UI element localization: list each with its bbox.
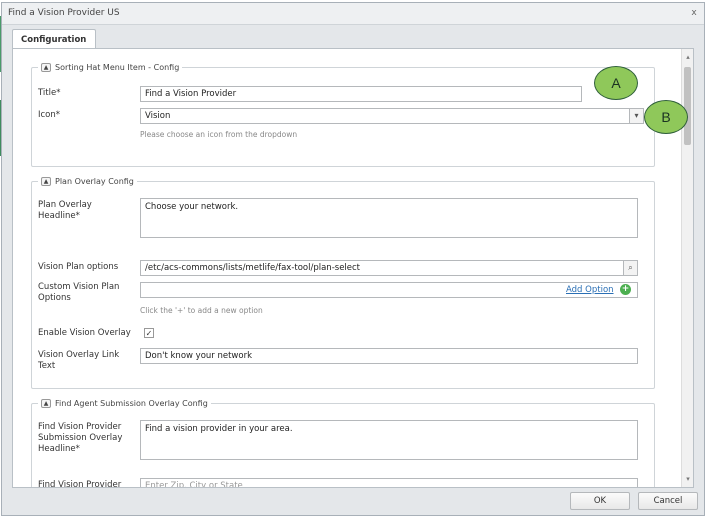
plan-overlay-headline-input[interactable]: Choose your network. bbox=[140, 198, 638, 238]
scroll-down-icon[interactable]: ▾ bbox=[684, 475, 692, 483]
callout-a: A bbox=[594, 66, 638, 100]
dialog-footer: OK Cancel bbox=[2, 487, 704, 515]
agent-overlay-fieldset: ▲ Find Agent Submission Overlay Config F… bbox=[31, 399, 655, 487]
icon-select[interactable]: Vision bbox=[140, 108, 630, 124]
icon-label: Icon* bbox=[38, 110, 61, 120]
sorting-hat-fieldset: ▲ Sorting Hat Menu Item - Config Title* … bbox=[31, 63, 655, 167]
agent-overlay-headline-label: Find Vision Provider Submission Overlay … bbox=[38, 422, 123, 454]
configuration-panel: ▲ Sorting Hat Menu Item - Config Title* … bbox=[12, 48, 694, 488]
plan-overlay-fieldset: ▲ Plan Overlay Config Plan Overlay Headl… bbox=[31, 177, 655, 389]
collapse-icon[interactable]: ▲ bbox=[41, 63, 51, 72]
callout-b: B bbox=[644, 100, 688, 134]
title-input[interactable]: Find a Vision Provider bbox=[140, 86, 582, 102]
agent-overlay-legend: ▲ Find Agent Submission Overlay Config bbox=[38, 399, 211, 408]
vision-overlay-link-text-input[interactable]: Don't know your network bbox=[140, 348, 638, 364]
dialog-title: Find a Vision Provider US bbox=[8, 8, 120, 18]
plan-overlay-legend-text: Plan Overlay Config bbox=[55, 177, 134, 186]
custom-vision-plan-options-label: Custom Vision Plan Options bbox=[38, 282, 120, 303]
tab-configuration[interactable]: Configuration bbox=[12, 29, 96, 49]
chevron-down-icon[interactable]: ▾ bbox=[630, 108, 644, 124]
close-icon[interactable]: x bbox=[688, 7, 700, 19]
sorting-hat-legend-text: Sorting Hat Menu Item - Config bbox=[55, 63, 180, 72]
ok-button[interactable]: OK bbox=[570, 492, 630, 510]
collapse-icon[interactable]: ▲ bbox=[41, 177, 51, 186]
plan-overlay-legend: ▲ Plan Overlay Config bbox=[38, 177, 137, 186]
custom-options-hint: Click the '+' to add a new option bbox=[140, 306, 263, 315]
vision-plan-options-input[interactable]: /etc/acs-commons/lists/metlife/fax-tool/… bbox=[140, 260, 624, 276]
vision-overlay-link-text-label: Vision Overlay Link Text bbox=[38, 350, 120, 371]
agent-overlay-legend-text: Find Agent Submission Overlay Config bbox=[55, 399, 208, 408]
cancel-button[interactable]: Cancel bbox=[638, 492, 698, 510]
title-label: Title* bbox=[38, 88, 61, 98]
search-icon[interactable]: ⌕ bbox=[624, 260, 638, 276]
tab-bar: Configuration bbox=[12, 29, 696, 49]
scroll-up-icon[interactable]: ▴ bbox=[684, 53, 692, 61]
custom-vision-plan-options-input[interactable] bbox=[140, 282, 638, 298]
plan-overlay-headline-label: Plan Overlay Headline* bbox=[38, 200, 92, 221]
plus-icon[interactable]: + bbox=[620, 284, 631, 295]
agent-overlay-headline-input[interactable]: Find a vision provider in your area. bbox=[140, 420, 638, 460]
sorting-hat-legend: ▲ Sorting Hat Menu Item - Config bbox=[38, 63, 182, 72]
enable-vision-overlay-checkbox[interactable]: ✓ bbox=[144, 328, 154, 338]
icon-hint: Please choose an icon from the dropdown bbox=[140, 130, 298, 139]
scroll-thumb[interactable] bbox=[684, 67, 691, 145]
collapse-icon[interactable]: ▲ bbox=[41, 399, 51, 408]
add-option-link[interactable]: Add Option bbox=[566, 285, 614, 295]
dialog-titlebar: Find a Vision Provider US x bbox=[2, 3, 704, 25]
enable-vision-overlay-label: Enable Vision Overlay bbox=[38, 328, 131, 338]
vision-plan-options-label: Vision Plan options bbox=[38, 262, 119, 272]
